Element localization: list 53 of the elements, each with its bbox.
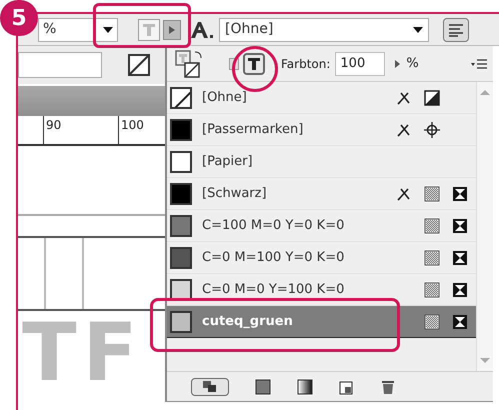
no-color-icon bbox=[424, 90, 440, 106]
hourglass-square-icon bbox=[452, 282, 468, 298]
play-button[interactable] bbox=[163, 20, 181, 40]
stacked-squares-icon bbox=[203, 380, 217, 392]
scroll-up-icon bbox=[480, 90, 490, 95]
gradient-square-icon[interactable] bbox=[297, 378, 313, 394]
align-left-button[interactable] bbox=[443, 18, 469, 42]
hourglass-square-icon bbox=[452, 314, 468, 330]
swatch-name: cuteq_gruen bbox=[202, 312, 293, 331]
tint-unit: % bbox=[406, 54, 419, 73]
input-field[interactable] bbox=[18, 52, 102, 78]
scrollbar[interactable] bbox=[476, 82, 493, 371]
dotted-square-icon bbox=[424, 314, 440, 330]
crosshair-icon bbox=[424, 122, 440, 138]
caret-icon bbox=[413, 26, 423, 32]
caret-icon bbox=[103, 26, 113, 32]
letter-t-icon bbox=[142, 22, 156, 36]
document-text: TF bbox=[22, 313, 144, 393]
tint-label: Farbton: bbox=[281, 56, 330, 72]
ruler-label: 100 bbox=[118, 116, 144, 144]
dotted-square-icon bbox=[424, 282, 440, 298]
new-swatch-icon[interactable] bbox=[339, 378, 355, 394]
swatch-name: C=0 M=100 Y=0 K=0 bbox=[202, 248, 344, 267]
swatch-row[interactable]: cuteq_gruen bbox=[167, 306, 476, 338]
swatch-name: [Papier] bbox=[202, 152, 253, 171]
dotted-square-icon bbox=[424, 250, 440, 266]
square-icon[interactable] bbox=[255, 378, 271, 394]
dotted-square-icon bbox=[424, 186, 440, 202]
text-button[interactable] bbox=[243, 52, 265, 74]
swatch-name: C=0 M=0 Y=100 K=0 bbox=[202, 280, 344, 299]
swatch-name: [Ohne] bbox=[202, 88, 247, 107]
swatch-name: C=100 M=0 Y=0 K=0 bbox=[202, 216, 344, 235]
step-badge: 5 bbox=[0, 0, 38, 36]
dotted-square-icon bbox=[424, 218, 440, 234]
hourglass-square-icon bbox=[452, 218, 468, 234]
align-left-icon bbox=[448, 22, 464, 36]
character-style-icon bbox=[191, 20, 215, 38]
zoom-dropdown[interactable]: % bbox=[38, 18, 118, 42]
letter-t-icon bbox=[248, 58, 260, 70]
character-style-dropdown[interactable]: [Ohne] bbox=[219, 18, 429, 42]
menu-icon[interactable] bbox=[471, 58, 487, 68]
trash-icon[interactable] bbox=[381, 378, 395, 394]
stroke-none-icon bbox=[128, 54, 150, 76]
show-all-button[interactable] bbox=[191, 378, 229, 396]
hourglass-square-icon bbox=[452, 186, 468, 202]
swatch-name: [Passermarken] bbox=[202, 120, 304, 139]
ruler-label: 90 bbox=[43, 116, 62, 144]
scroll-down-icon bbox=[480, 358, 490, 363]
tint-field[interactable]: 100 bbox=[335, 52, 386, 76]
hourglass-square-icon bbox=[452, 250, 468, 266]
swatch-name: [Schwarz] bbox=[202, 184, 267, 203]
triangle-icon bbox=[395, 60, 400, 68]
triangle-icon bbox=[169, 26, 175, 34]
